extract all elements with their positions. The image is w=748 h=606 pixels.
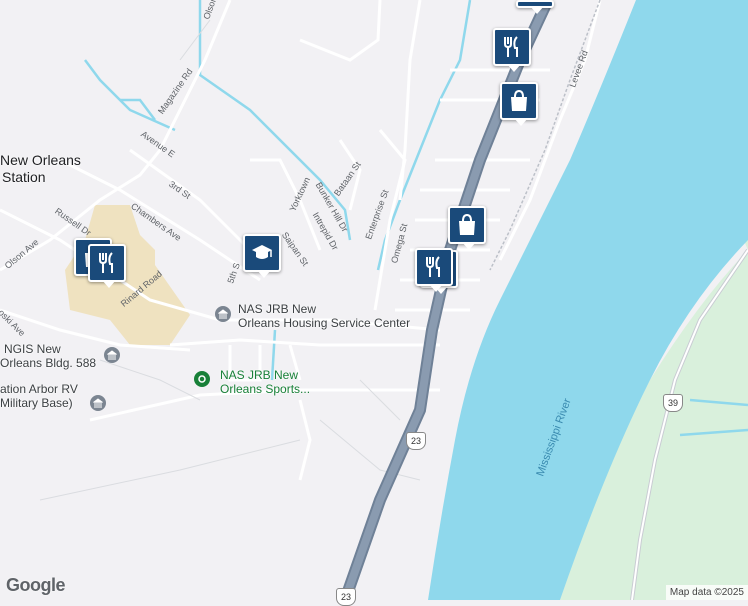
google-logo: Google xyxy=(6,575,66,595)
restaurant-icon xyxy=(99,252,113,273)
shopping-bag-icon xyxy=(511,89,527,111)
shopping-pin[interactable] xyxy=(500,82,538,126)
government-building-icon[interactable] xyxy=(104,347,120,363)
route-shield-23: 23 xyxy=(406,432,426,450)
government-building-icon[interactable] xyxy=(90,395,106,411)
route-shield-39: 39 xyxy=(663,394,683,412)
restaurant-icon xyxy=(426,256,440,277)
restaurant-pin[interactable] xyxy=(415,248,453,292)
restaurant-icon xyxy=(504,36,518,57)
park-icon[interactable] xyxy=(194,371,210,387)
government-building-icon[interactable] xyxy=(215,306,231,322)
map-canvas[interactable] xyxy=(0,0,748,600)
shopping-bag-icon xyxy=(459,213,475,235)
place-housing-service-center[interactable]: NAS JRB New Orleans Housing Service Cent… xyxy=(238,302,410,330)
school-icon xyxy=(252,245,272,259)
route-shield-23: 23 xyxy=(336,588,356,606)
map-attribution[interactable]: Map data ©2025 xyxy=(665,585,748,600)
shopping-pin[interactable] xyxy=(448,206,486,250)
place-rv-park[interactable]: ation Arbor RV Military Base) xyxy=(0,382,78,410)
shopping-pin[interactable] xyxy=(516,0,554,14)
place-ngis-bldg[interactable]: NGIS New Orleans Bldg. 588 xyxy=(0,342,96,370)
restaurant-pin[interactable] xyxy=(493,28,531,72)
place-new-orleans-station[interactable]: New Orleans Station xyxy=(0,152,81,186)
school-pin[interactable] xyxy=(243,234,281,278)
place-sports-center[interactable]: NAS JRB New Orleans Sports... xyxy=(220,368,310,396)
restaurant-pin[interactable] xyxy=(88,244,126,288)
